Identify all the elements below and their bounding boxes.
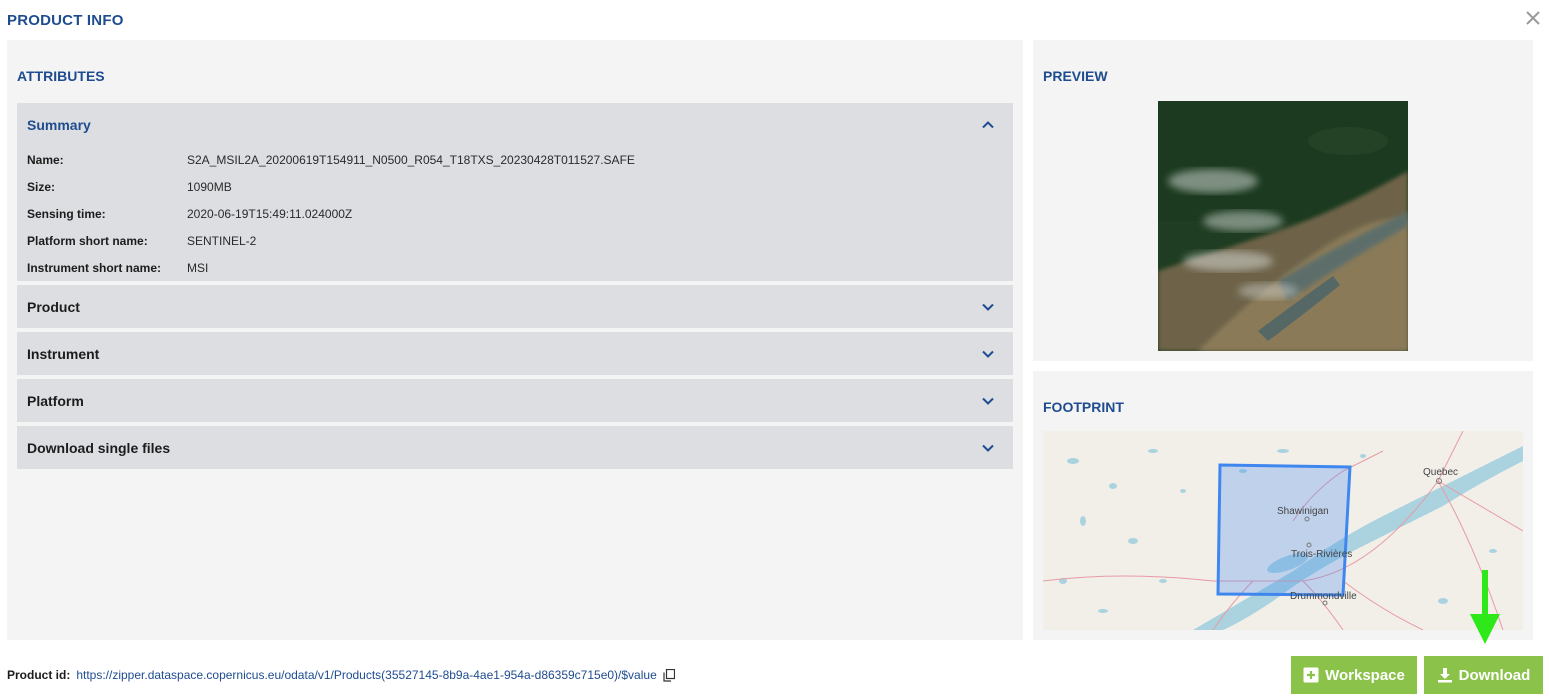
accordion-summary-header[interactable]: Summary — [17, 103, 1013, 146]
product-id: Product id: https://zipper.dataspace.cop… — [7, 668, 675, 682]
add-workspace-icon — [1303, 667, 1319, 683]
accordion-summary-label: Summary — [27, 116, 91, 133]
product-info-title: PRODUCT INFO — [7, 12, 124, 29]
download-button[interactable]: Download — [1424, 656, 1543, 694]
accordion-platform-header[interactable]: Platform — [17, 379, 1013, 422]
accordion-product-label: Product — [27, 298, 80, 315]
accordion-summary: Summary Name: S2A_MSIL2A_20200619T154911… — [17, 103, 1013, 281]
accordion-download-single-files-label: Download single files — [27, 439, 171, 456]
footprint-polygon — [1216, 463, 1352, 597]
summary-row-name: Name: S2A_MSIL2A_20200619T154911_N0500_R… — [27, 153, 635, 167]
summary-key: Platform short name: — [27, 234, 148, 248]
download-icon — [1437, 668, 1452, 683]
accordion-platform[interactable]: Platform — [17, 379, 1013, 422]
footprint-map[interactable]: Quebec Shawinigan Trois-Rivières Drummon… — [1043, 431, 1523, 630]
summary-value: 1090MB — [187, 180, 232, 194]
map-label-drummondville: Drummondville — [1290, 591, 1357, 602]
preview-title: PREVIEW — [1043, 68, 1108, 84]
footprint-map-canvas: Quebec Shawinigan Trois-Rivières Drummon… — [1043, 431, 1523, 630]
footprint-panel: FOOTPRINT Quebec Shawinigan Trois-Rivièr… — [1033, 371, 1533, 640]
summary-value: S2A_MSIL2A_20200619T154911_N0500_R054_T1… — [187, 153, 635, 167]
footprint-title: FOOTPRINT — [1043, 399, 1124, 415]
map-label-shawinigan: Shawinigan — [1277, 506, 1329, 517]
summary-key: Instrument short name: — [27, 261, 162, 275]
chevron-down-icon[interactable] — [981, 347, 995, 361]
chevron-down-icon[interactable] — [981, 300, 995, 314]
summary-key: Size: — [27, 180, 56, 194]
map-label-quebec: Quebec — [1423, 467, 1458, 478]
accordion-instrument[interactable]: Instrument — [17, 332, 1013, 375]
summary-row-sensing-time: Sensing time: 2020-06-19T15:49:11.024000… — [27, 207, 352, 221]
summary-row-instrument: Instrument short name: MSI — [27, 261, 208, 275]
chevron-down-icon[interactable] — [981, 394, 995, 408]
summary-value: MSI — [187, 261, 209, 275]
summary-key: Name: — [27, 153, 64, 167]
copy-icon[interactable] — [663, 668, 675, 682]
summary-row-platform: Platform short name: SENTINEL-2 — [27, 234, 256, 248]
summary-key: Sensing time: — [27, 207, 106, 221]
accordion-product[interactable]: Product — [17, 285, 1013, 328]
preview-satellite-image — [1158, 101, 1408, 351]
attributes-title: ATTRIBUTES — [17, 68, 105, 84]
summary-row-size: Size: 1090MB — [27, 180, 232, 194]
map-label-trois-rivieres: Trois-Rivières — [1291, 549, 1352, 560]
product-id-link[interactable]: https://zipper.dataspace.copernicus.eu/o… — [76, 668, 656, 682]
product-id-label: Product id: — [7, 668, 71, 682]
accordion-download-single-files-header[interactable]: Download single files — [17, 426, 1013, 469]
accordion-product-header[interactable]: Product — [17, 285, 1013, 328]
close-icon[interactable] — [1523, 8, 1543, 28]
arrow-down-icon — [1470, 570, 1500, 644]
chevron-up-icon[interactable] — [981, 118, 995, 132]
chevron-down-icon[interactable] — [981, 441, 995, 455]
workspace-button-label: Workspace — [1325, 666, 1405, 684]
preview-panel: PREVIEW — [1033, 40, 1533, 361]
attributes-panel: ATTRIBUTES Summary Name: S2A_MSIL2A_2020… — [7, 40, 1023, 640]
accordion-instrument-header[interactable]: Instrument — [17, 332, 1013, 375]
accordion-instrument-label: Instrument — [27, 345, 100, 362]
accordion-download-single-files[interactable]: Download single files — [17, 426, 1013, 469]
workspace-button[interactable]: Workspace — [1291, 656, 1417, 694]
accordion-platform-label: Platform — [27, 392, 84, 409]
summary-value: 2020-06-19T15:49:11.024000Z — [187, 207, 353, 221]
summary-value: SENTINEL-2 — [187, 234, 257, 248]
download-button-label: Download — [1458, 666, 1531, 684]
